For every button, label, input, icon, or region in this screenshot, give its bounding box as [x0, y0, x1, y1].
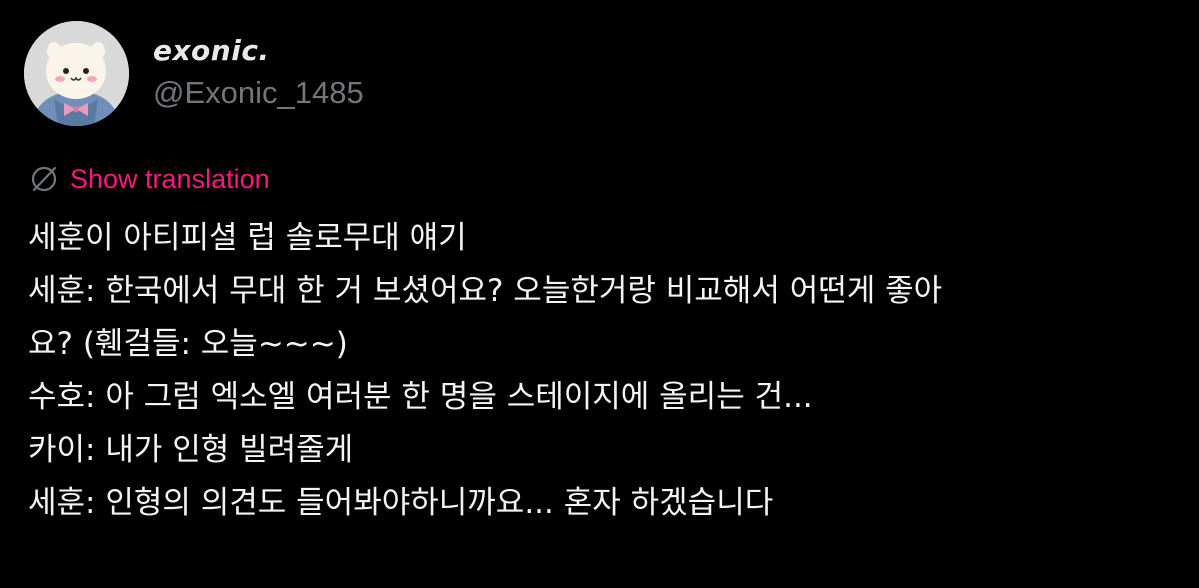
show-translation-button[interactable]: Show translation — [28, 162, 270, 196]
user-handle[interactable]: @Exonic_1485 — [153, 73, 364, 113]
plush-avatar-image — [24, 20, 129, 126]
avatar[interactable] — [24, 20, 129, 126]
tweet-text: 세훈이 아티피셜 럽 솔로무대 얘기 세훈: 한국에서 무대 한 거 보셨어요?… — [28, 212, 1178, 530]
tweet-header: exonic. @Exonic_1485 — [24, 18, 364, 128]
tweet-line: 카이: 내가 인형 빌려줄게 — [28, 432, 354, 468]
show-translation-label[interactable]: Show translation — [70, 162, 270, 196]
globe-slash-icon — [28, 163, 60, 195]
tweet-line: 세훈: 한국에서 무대 한 거 보셨어요? 오늘한거랑 비교해서 어떤게 좋아 — [28, 273, 943, 309]
tweet-line: 세훈이 아티피셜 럽 솔로무대 얘기 — [28, 220, 467, 256]
tweet-line: 세훈: 인형의 의견도 들어봐야하니까요... 혼자 하겠습니다 — [28, 485, 774, 521]
user-info: exonic. @Exonic_1485 — [153, 33, 364, 113]
tweet-line: 수호: 아 그럼 엑소엘 여러분 한 명을 스테이지에 올리는 건... — [28, 379, 813, 415]
tweet-line: 요? (휀걸들: 오늘~~~) — [28, 326, 348, 362]
display-name[interactable]: exonic. — [153, 33, 364, 69]
